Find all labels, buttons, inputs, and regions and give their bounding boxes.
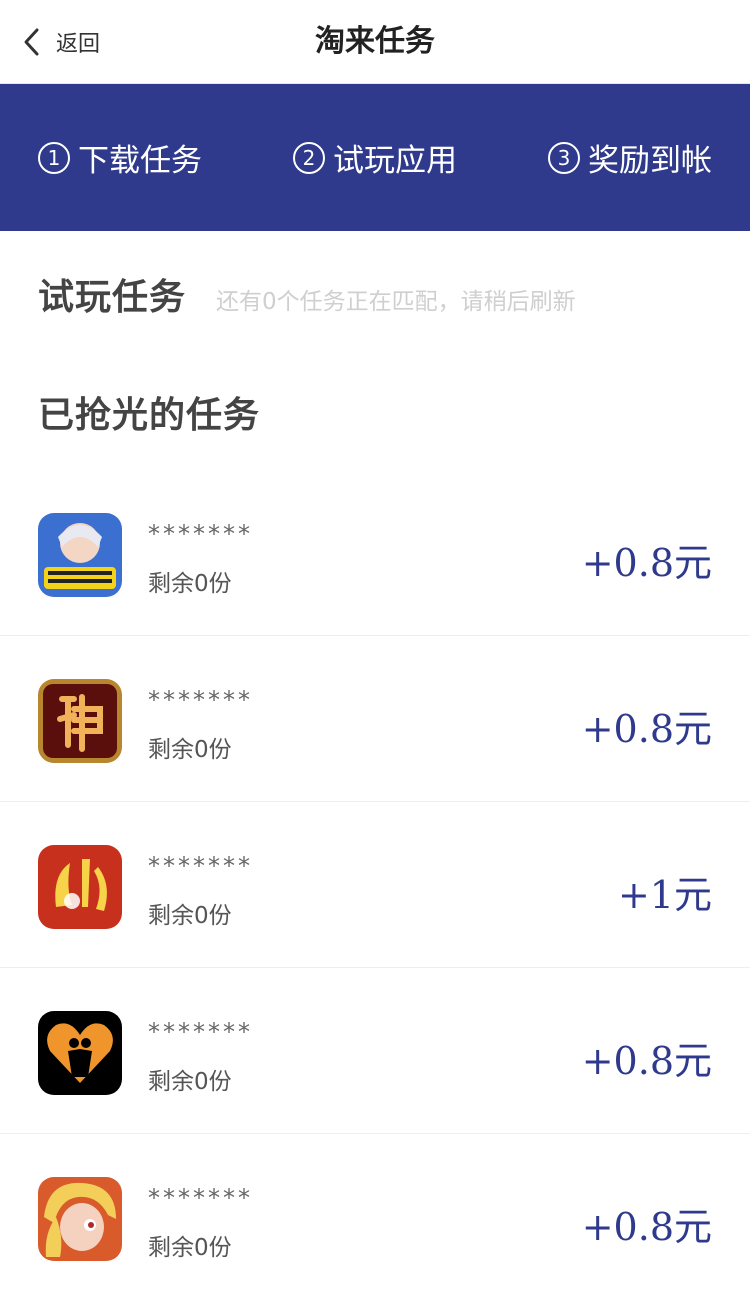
task-item[interactable]: ******* 剩余0份 +0.8元 — [0, 1134, 750, 1300]
step-number: 3 — [548, 141, 580, 174]
task-item[interactable]: ******* 剩余0份 +0.8元 — [0, 968, 750, 1134]
task-item[interactable]: ******* 剩余0份 +0.8元 — [0, 470, 750, 636]
step-number: 2 — [293, 141, 325, 174]
task-item[interactable]: ******* 剩余0份 +1元 — [0, 802, 750, 968]
task-reward: +0.8元 — [581, 541, 712, 585]
step-trial: 2 试玩应用 — [293, 135, 457, 180]
sold-out-section-title: 已抢光的任务 — [38, 395, 261, 436]
steps-banner: 1 下载任务 2 试玩应用 3 奖励到帐 — [0, 84, 750, 231]
step-number: 1 — [38, 141, 70, 174]
task-remaining: 剩余0份 — [148, 1069, 232, 1095]
step-label: 下载任务 — [78, 143, 202, 179]
task-app-name: ******* — [148, 520, 253, 548]
step-label: 试玩应用 — [333, 143, 457, 179]
step-reward: 3 奖励到帐 — [548, 135, 712, 180]
game-icon-shen — [38, 679, 122, 763]
trial-section-header: 试玩任务 还有0个任务正在匹配，请稍后刷新 — [38, 268, 576, 320]
task-item[interactable]: ******* 剩余0份 +0.8元 — [0, 636, 750, 802]
task-remaining: 剩余0份 — [148, 903, 232, 929]
task-list: ******* 剩余0份 +0.8元 ******* 剩余0份 +0.8元 **… — [0, 470, 750, 1300]
nav-bar: 返回 淘来任务 — [0, 0, 750, 84]
game-icon-blonde-hero — [38, 1177, 122, 1261]
task-remaining: 剩余0份 — [148, 571, 232, 597]
step-download: 1 下载任务 — [38, 135, 202, 180]
trial-section-title: 试玩任务 — [38, 277, 187, 318]
game-icon-anime-hero — [38, 513, 122, 597]
step-label: 奖励到帐 — [588, 143, 712, 179]
task-app-name: ******* — [148, 1018, 253, 1046]
task-app-name: ******* — [148, 1184, 253, 1212]
task-reward: +0.8元 — [581, 1205, 712, 1249]
task-remaining: 剩余0份 — [148, 737, 232, 763]
task-reward: +0.8元 — [581, 1039, 712, 1083]
task-app-name: ******* — [148, 686, 253, 714]
task-remaining: 剩余0份 — [148, 1235, 232, 1261]
app-icon-heart-couple — [38, 1011, 122, 1095]
game-icon-xian — [38, 845, 122, 929]
task-reward: +1元 — [617, 873, 712, 917]
page-title: 淘来任务 — [315, 24, 435, 59]
task-reward: +0.8元 — [581, 707, 712, 751]
task-app-name: ******* — [148, 852, 253, 880]
trial-status-hint: 还有0个任务正在匹配，请稍后刷新 — [216, 289, 576, 315]
